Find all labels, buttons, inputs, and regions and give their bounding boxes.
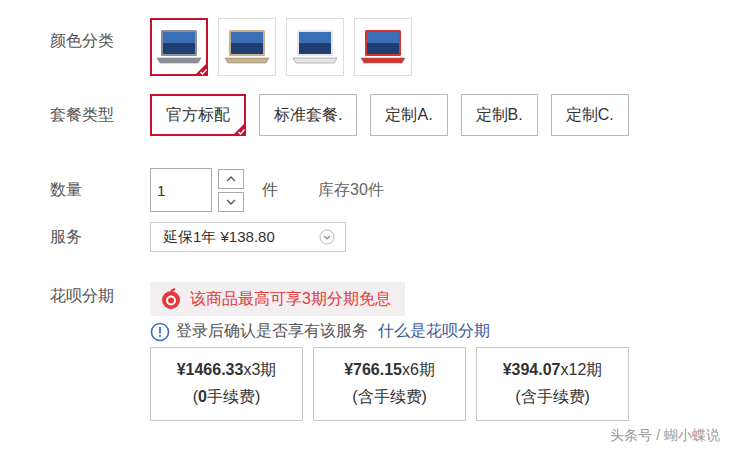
huabei-help-link[interactable]: 什么是花呗分期 [378, 321, 490, 342]
service-row: 服务延保1年 ¥138.80 [50, 222, 734, 252]
huabei-row: 花呗分期该商品最高可享3期分期免息登录后确认是否享有该服务什么是花呗分期 ¥146… [50, 282, 734, 421]
package-label: 套餐类型 [50, 105, 150, 126]
quantity-unit: 件 [262, 180, 278, 201]
laptop-icon [155, 28, 203, 66]
color-option[interactable] [150, 18, 208, 76]
package-list: 官方标配标准套餐. 定制A. 定制B. 定制C. [150, 94, 629, 136]
package-row: 套餐类型官方标配标准套餐. 定制A. 定制B. 定制C. [50, 94, 734, 136]
quantity-spinner [218, 169, 244, 212]
huabei-logo-icon [160, 288, 182, 310]
color-option[interactable] [286, 18, 344, 76]
package-option[interactable]: 定制A. [370, 94, 447, 136]
color-option[interactable] [218, 18, 276, 76]
service-label: 服务 [50, 227, 150, 248]
info-icon [150, 322, 170, 342]
product-options: 颜色分类套餐类型官方标配标准套餐. 定制A. 定制B. 定制C. 数量1 件 库存30件服务… [0, 0, 734, 451]
huabei-panel: 该商品最高可享3期分期免息登录后确认是否享有该服务什么是花呗分期 ¥1466.33… [150, 282, 629, 421]
quantity-label: 数量 [50, 180, 150, 201]
package-option[interactable]: 定制B. [461, 94, 538, 136]
huabei-promo: 该商品最高可享3期分期免息 [150, 282, 405, 316]
installment-list: ¥1466.33x3期(0手续费)¥766.15x6期(含手续费)¥394.07… [150, 347, 629, 421]
installment-option[interactable]: ¥1466.33x3期(0手续费) [150, 347, 303, 421]
package-option[interactable]: 定制C. [551, 94, 629, 136]
laptop-icon [359, 28, 407, 66]
quantity-input[interactable]: 1 [150, 168, 212, 212]
decrease-button[interactable] [218, 192, 244, 212]
color-label: 颜色分类 [50, 18, 150, 52]
laptop-icon [223, 28, 271, 66]
chevron-down-icon [226, 199, 236, 205]
installment-option[interactable]: ¥766.15x6期(含手续费) [313, 347, 466, 421]
huabei-label: 花呗分期 [50, 282, 150, 307]
package-option[interactable]: 官方标配 [150, 94, 246, 136]
installment-option[interactable]: ¥394.07x12期(含手续费) [476, 347, 629, 421]
color-row: 颜色分类 [50, 18, 734, 76]
laptop-icon [291, 28, 339, 66]
increase-button[interactable] [218, 169, 244, 189]
stock-count: 库存30件 [318, 180, 384, 201]
service-select[interactable]: 延保1年 ¥138.80 [150, 222, 346, 252]
color-option[interactable] [354, 18, 412, 76]
check-icon [194, 62, 208, 76]
chevron-down-icon [319, 229, 335, 245]
check-icon [232, 122, 246, 136]
watermark: 头条号 / 蝴小蝶说 [610, 427, 720, 445]
color-list [150, 18, 412, 76]
chevron-up-icon [226, 176, 236, 182]
quantity-row: 数量1 件 库存30件 [50, 168, 734, 212]
service-value: 延保1年 ¥138.80 [163, 228, 275, 247]
huabei-notice: 登录后确认是否享有该服务什么是花呗分期 [150, 321, 629, 342]
package-option[interactable]: 标准套餐. [259, 94, 357, 136]
